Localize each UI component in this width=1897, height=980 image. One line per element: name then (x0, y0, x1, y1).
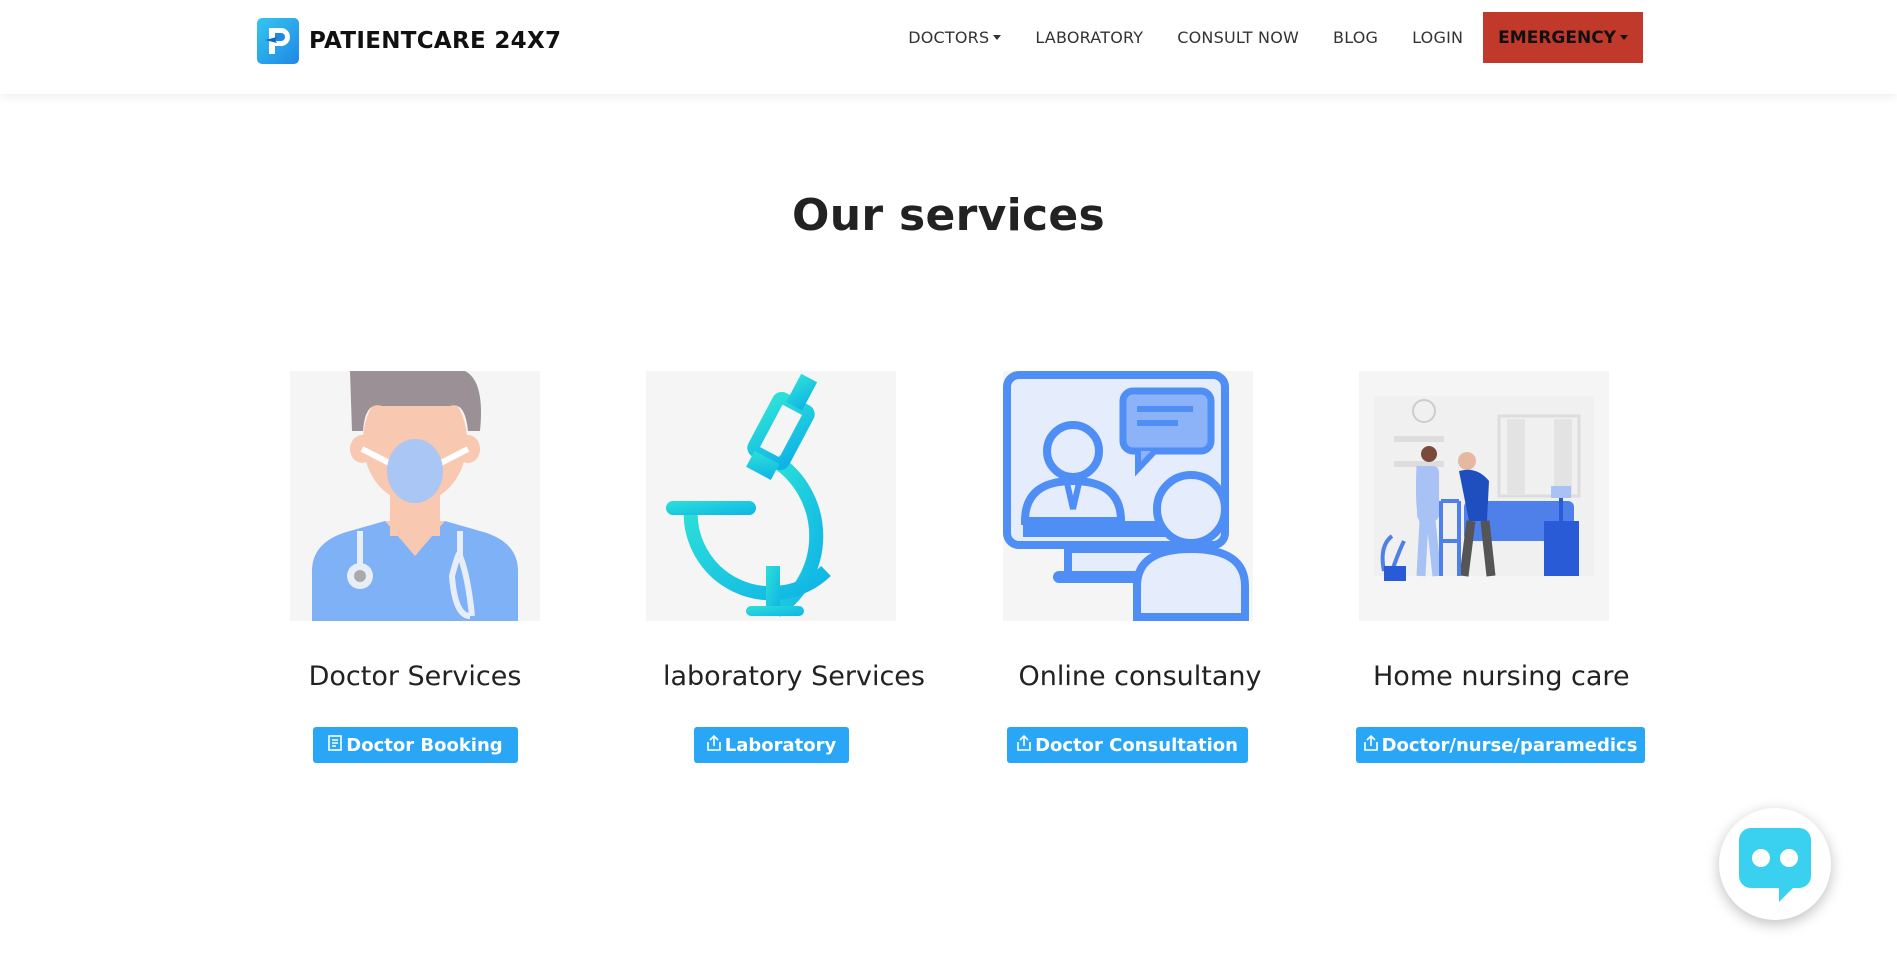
microscope-illustration (646, 371, 896, 621)
doctor-consultation-label: Doctor Consultation (1035, 734, 1238, 756)
chatbot-icon (1739, 828, 1811, 902)
service-title: laboratory Services (663, 661, 925, 692)
document-icon (328, 735, 343, 755)
nav-doctors[interactable]: DOCTORS (908, 28, 1002, 47)
online-consultation-illustration (1003, 371, 1253, 621)
doctor-consultation-button[interactable]: Doctor Consultation (1007, 727, 1248, 763)
nav-blog[interactable]: BLOG (1333, 28, 1378, 47)
service-card-online-consultation: Online consultany Doctor Consultation (1003, 371, 1262, 763)
navbar: PATIENTCARE 24X7 DOCTORS LABORATORY CONS… (0, 0, 1897, 94)
laboratory-label: Laboratory (724, 734, 837, 756)
emergency-label: EMERGENCY (1498, 27, 1616, 48)
chatbot-launcher-button[interactable] (1719, 808, 1831, 920)
doctor-nurse-paramedics-label: Doctor/nurse/paramedics (1381, 734, 1638, 756)
brand-link[interactable]: PATIENTCARE 24X7 (257, 18, 561, 64)
share-icon (706, 734, 721, 755)
service-card-laboratory: laboratory Services Laboratory (646, 371, 925, 763)
service-title: Online consultany (1018, 661, 1262, 692)
nav-consult-now[interactable]: CONSULT NOW (1177, 28, 1299, 47)
emergency-dropdown-button[interactable]: EMERGENCY (1483, 12, 1643, 63)
brand-name: PATIENTCARE 24X7 (309, 28, 562, 54)
doctor-booking-label: Doctor Booking (346, 734, 503, 756)
share-icon (1017, 734, 1031, 755)
laboratory-button[interactable]: Laboratory (694, 727, 849, 763)
doctor-nurse-paramedics-button[interactable]: Doctor/nurse/paramedics (1356, 727, 1645, 763)
service-title: Home nursing care (1373, 661, 1630, 692)
share-icon (1363, 734, 1378, 755)
home-nursing-illustration (1359, 371, 1609, 621)
service-card-doctor: Doctor Services Doctor Booking (290, 371, 540, 763)
doctor-illustration (290, 371, 540, 621)
caret-down-icon (1620, 35, 1628, 40)
nav-doctors-label: DOCTORS (908, 28, 990, 47)
nav-laboratory[interactable]: LABORATORY (1035, 28, 1143, 47)
brand-logo-icon (257, 18, 299, 64)
nav-login[interactable]: LOGIN (1412, 28, 1463, 47)
caret-down-icon (993, 35, 1002, 40)
service-card-home-nursing: Home nursing care Doctor/nurse/paramedic… (1356, 371, 1645, 763)
main-nav: DOCTORS LABORATORY CONSULT NOW BLOG LOGI… (874, 12, 1643, 63)
service-title: Doctor Services (308, 661, 522, 692)
section-title: Our services (792, 190, 1105, 241)
doctor-booking-button[interactable]: Doctor Booking (313, 727, 518, 763)
